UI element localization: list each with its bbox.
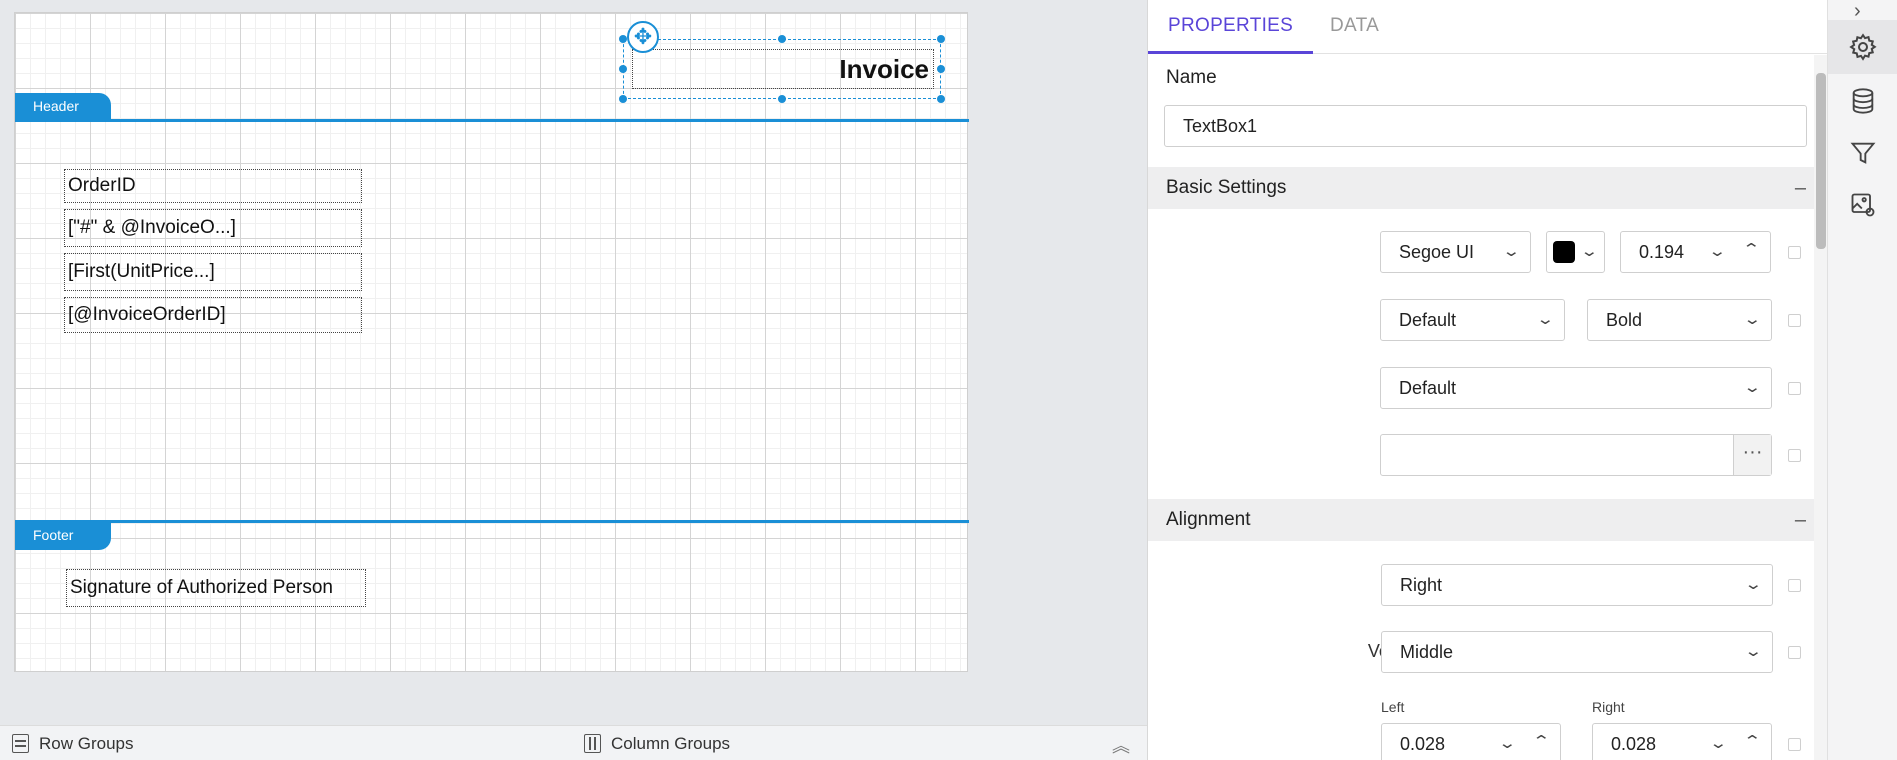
basic-settings-title: Basic Settings [1166, 177, 1287, 198]
font-weight-value: Bold [1606, 310, 1643, 330]
chevron-up-icon[interactable]: ⌃ [1743, 722, 1762, 760]
column-groups-label: Column Groups [611, 733, 731, 753]
row-groups-icon [12, 734, 29, 753]
font-size-value: 0.194 [1639, 242, 1685, 262]
data-rail-button[interactable] [1828, 74, 1897, 128]
font-style-checkbox[interactable] [1788, 314, 1801, 327]
move-icon[interactable]: ✥ [627, 21, 659, 53]
resize-handle-n[interactable] [778, 35, 786, 43]
font-family-dropdown[interactable]: Segoe UI ⌄ [1380, 231, 1531, 273]
chevron-down-icon: ⌄ [1743, 379, 1763, 396]
database-icon [1852, 88, 1874, 114]
text-alignment-value: Right [1400, 575, 1443, 595]
font-weight-dropdown[interactable]: Bold ⌄ [1587, 299, 1772, 341]
gear-icon [1849, 33, 1877, 61]
group-panel-bar: Row Groups Column Groups ︽ [0, 725, 1147, 760]
collapse-minus-icon[interactable]: – [1795, 167, 1806, 209]
invoice-title-textbox[interactable]: Invoice [632, 49, 934, 89]
vertical-alignment-checkbox[interactable] [1788, 646, 1801, 659]
text-decoration-checkbox[interactable] [1788, 382, 1801, 395]
font-color-picker[interactable]: ⌄ [1546, 231, 1605, 273]
chevron-down-icon[interactable]: ⌄ [1708, 232, 1727, 272]
chevron-down-icon: ⌄ [1502, 243, 1522, 260]
more-options-icon[interactable]: ··· [1733, 435, 1771, 475]
order-id-textbox[interactable]: OrderID [64, 169, 362, 203]
chevron-down-icon: ⌄ [1744, 576, 1764, 593]
tab-data[interactable]: DATA [1310, 0, 1399, 54]
name-input[interactable]: TextBox1 [1164, 105, 1807, 147]
padding-checkbox[interactable] [1788, 738, 1801, 751]
invoice-expression-textbox[interactable]: ["#" & @InvoiceO...] [64, 209, 362, 247]
image-settings-icon [1851, 193, 1875, 217]
properties-scrollbar[interactable] [1814, 55, 1828, 760]
row-groups-button[interactable]: Row Groups [12, 726, 133, 760]
vertical-alignment-value: Middle [1400, 642, 1454, 662]
font-style-dropdown[interactable]: Default ⌄ [1380, 299, 1565, 341]
text-alignment-checkbox[interactable] [1788, 579, 1801, 592]
text-decoration-dropdown[interactable]: Default ⌄ [1380, 367, 1772, 409]
properties-panel: PROPERTIES DATA Name TextBox1 Basic Sett… [1147, 0, 1828, 760]
chevron-up-icon[interactable]: ⌃ [1532, 722, 1551, 760]
collapse-minus-icon[interactable]: – [1795, 499, 1806, 541]
side-icon-rail: › [1827, 0, 1897, 760]
resize-handle-se[interactable] [937, 95, 945, 103]
padding-left-value: 0.028 [1400, 734, 1446, 754]
filter-icon [1850, 142, 1876, 164]
resize-handle-sw[interactable] [619, 95, 627, 103]
font-checkbox[interactable] [1788, 246, 1801, 259]
filter-rail-button[interactable] [1828, 126, 1897, 180]
font-color-swatch [1553, 241, 1575, 263]
font-family-value: Segoe UI [1399, 242, 1475, 262]
resize-handle-ne[interactable] [937, 35, 945, 43]
resize-handle-w[interactable] [619, 65, 627, 73]
alignment-title: Alignment [1166, 509, 1251, 530]
chevron-down-icon[interactable]: ⌄ [1498, 724, 1517, 760]
font-size-stepper[interactable]: 0.194 ⌄ ⌃ [1620, 231, 1771, 273]
resize-handle-nw[interactable] [619, 35, 627, 43]
name-label: Name [1166, 67, 1217, 88]
chevron-down-icon: ⌄ [1744, 643, 1764, 660]
text-decoration-value: Default [1399, 378, 1457, 398]
vertical-alignment-dropdown[interactable]: Middle ⌄ [1381, 631, 1773, 673]
properties-scroll-area[interactable]: Name TextBox1 Basic Settings – Font Sego… [1148, 55, 1828, 760]
footer-band-tab[interactable]: Footer [15, 522, 111, 550]
signature-textbox[interactable]: Signature of Authorized Person [66, 569, 366, 607]
column-groups-icon [584, 734, 601, 753]
image-settings-rail-button[interactable] [1828, 178, 1897, 232]
font-style-value: Default [1399, 310, 1457, 330]
padding-left-stepper[interactable]: 0.028 ⌄ ⌃ [1381, 723, 1561, 760]
report-page[interactable]: Header Invoice ✥ OrderID ["#" & @Invoice… [14, 12, 969, 672]
column-groups-button[interactable]: Column Groups [584, 726, 730, 760]
chevron-up-icon[interactable]: ⌃ [1742, 230, 1761, 270]
header-band-tab[interactable]: Header [15, 93, 111, 121]
padding-right-value: 0.028 [1611, 734, 1657, 754]
properties-tabs: PROPERTIES DATA [1148, 0, 1828, 54]
invoice-order-id-textbox[interactable]: [@InvoiceOrderID] [64, 297, 362, 333]
format-input[interactable]: ··· [1380, 434, 1772, 476]
resize-handle-s[interactable] [778, 95, 786, 103]
chevron-down-icon[interactable]: ⌄ [1709, 724, 1728, 760]
double-chevron-up-icon[interactable]: ︽ [1112, 732, 1130, 758]
tab-properties[interactable]: PROPERTIES [1148, 0, 1314, 54]
design-surface[interactable]: Header Invoice ✥ OrderID ["#" & @Invoice… [0, 0, 1147, 725]
scrollbar-thumb[interactable] [1816, 73, 1826, 249]
format-checkbox[interactable] [1788, 449, 1801, 462]
footer-band-line [15, 520, 969, 523]
header-band-line [15, 119, 969, 122]
basic-settings-header[interactable]: Basic Settings – [1148, 167, 1826, 209]
text-alignment-dropdown[interactable]: Right ⌄ [1381, 564, 1773, 606]
unit-price-expression-textbox[interactable]: [First(UnitPrice...] [64, 253, 362, 291]
chevron-down-icon: ⌄ [1536, 311, 1556, 328]
format-value [1381, 445, 1399, 465]
properties-rail-button[interactable] [1828, 20, 1897, 74]
chevron-down-icon: ⌄ [1743, 311, 1763, 328]
alignment-header[interactable]: Alignment – [1148, 499, 1826, 541]
row-groups-label: Row Groups [39, 733, 134, 753]
padding-left-label: Left [1381, 699, 1405, 715]
padding-right-label: Right [1592, 699, 1625, 715]
resize-handle-e[interactable] [937, 65, 945, 73]
padding-right-stepper[interactable]: 0.028 ⌄ ⌃ [1592, 723, 1772, 760]
chevron-down-icon: ⌄ [1580, 243, 1600, 260]
